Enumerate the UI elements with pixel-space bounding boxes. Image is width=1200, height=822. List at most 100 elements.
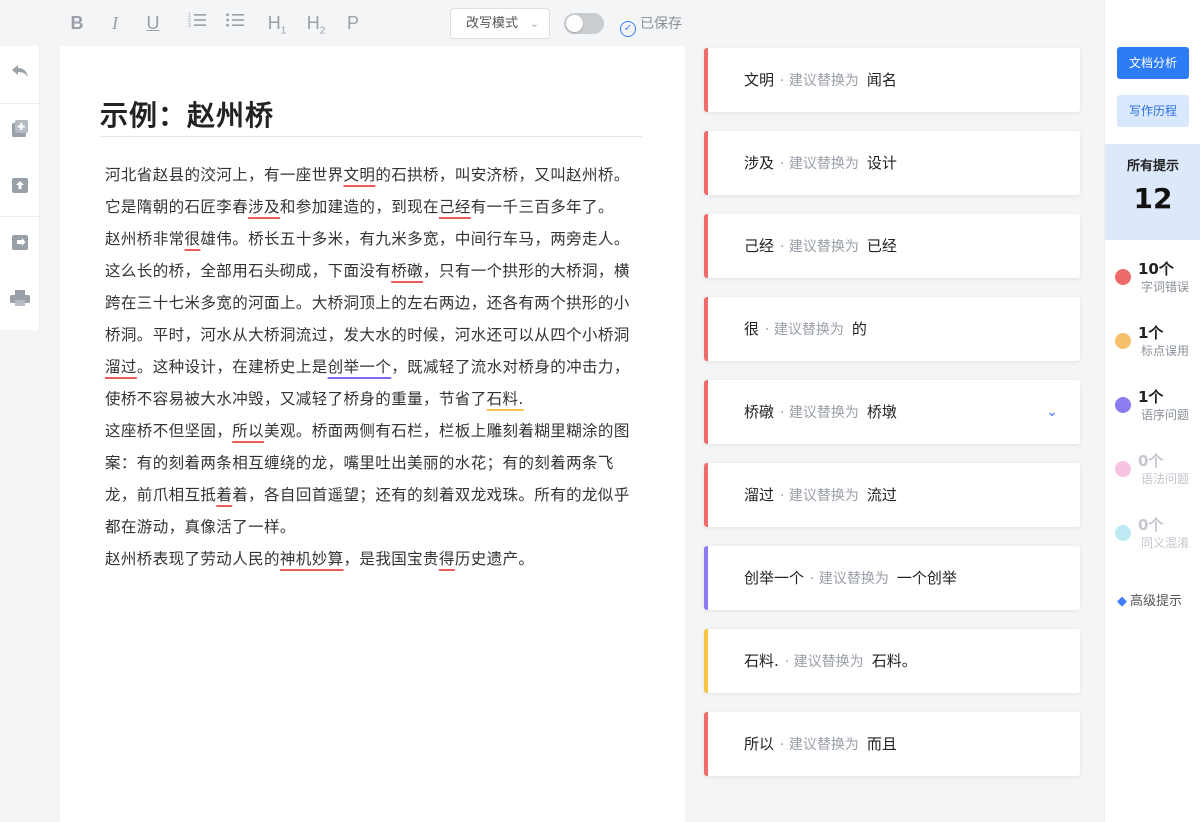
flagged-text[interactable]: 所以 [232,422,264,440]
category-count: 1个 [1138,324,1164,342]
heading2-label: H [306,13,320,33]
hint-category[interactable]: 10个 字词错误 [1115,258,1200,298]
hint-panel: 文档分析 写作历程 所有提示 12 10个 字词错误 1个 标点误用 1个 语序问题 0个语… [1104,0,1200,822]
suggestion-replacement[interactable]: 一个创举 [897,569,957,587]
suggestion-replacement[interactable]: 石料。 [872,652,917,670]
suggestion-original: 桥礅 [744,403,775,421]
hint-category[interactable]: 1个 语序问题 [1115,386,1200,426]
upload-icon[interactable] [0,160,40,216]
suggestion-hint: · 建议替换为 [780,156,859,172]
category-dot-icon [1115,525,1131,541]
format-toolbar: B I U 123 H1 H2 P 改写模式 ⌄ ✓ 已保存 [0,0,1104,46]
suggestion-card[interactable]: 涉及 · 建议替换为 设计 [704,131,1080,195]
suggestion-replacement[interactable]: 桥墩 [867,403,897,421]
suggestion-card[interactable]: 很 · 建议替换为的 [704,297,1080,361]
writing-history-button[interactable]: 写作历程 [1117,95,1189,127]
mode-select-value: 改写模式 [466,16,519,31]
flagged-text[interactable]: 创举一个 [328,358,392,376]
suggestion-card[interactable]: 桥礅 · 建议替换为 桥墩 ⌄ [704,380,1080,444]
flagged-text[interactable]: 涉及 [248,198,280,216]
document-body[interactable]: 河北省赵县的洨河上，有一座世界文明的石拱桥，叫安济桥，又叫赵州桥。它是隋朝的石匠… [105,159,640,575]
all-hints-label: 所有提示 [1126,159,1179,174]
toggle-knob [566,15,583,32]
suggestion-replacement[interactable]: 设计 [867,154,897,172]
print-icon[interactable] [0,273,40,329]
suggestion-replacement[interactable]: 而且 [867,735,897,753]
suggestion-card[interactable]: 溜过 · 建议替换为 流过 [704,463,1080,527]
text-run: ，是我国宝贵 [343,550,439,568]
all-hints-summary[interactable]: 所有提示 12 [1105,144,1200,240]
flagged-text[interactable]: 神机妙算 [280,550,344,568]
add-page-icon[interactable] [0,104,40,160]
flagged-text[interactable]: 很 [185,230,201,248]
ordered-list-icon[interactable]: 123 [186,12,208,34]
suggestion-card[interactable]: 己经 · 建议替换为 已经 [704,214,1080,278]
document-title[interactable]: 示例：赵州桥 [100,94,274,134]
category-dot-icon [1115,269,1131,285]
suggestion-original: 溜过 [744,486,775,504]
flagged-text[interactable]: 得 [439,550,455,568]
suggestion-replacement[interactable]: 闻名 [867,71,897,89]
text-run: 赵州桥非常 [105,230,185,248]
text-run: 有一千三百多年了。 [470,198,614,216]
document-editor[interactable]: 示例：赵州桥 河北省赵县的洨河上，有一座世界文明的石拱桥，叫安济桥，又叫赵州桥。… [60,46,685,822]
suggestion-hint: · 建议替换为 [784,654,864,670]
underline-button[interactable]: U [142,12,164,34]
category-label: 语序问题 [1141,408,1190,422]
text-run: 历史遗产。 [454,550,535,568]
category-label: 标点误用 [1141,344,1190,358]
suggestion-hint: · 建议替换为 [810,571,889,587]
mode-select[interactable]: 改写模式 ⌄ [450,8,550,39]
document-analysis-button[interactable]: 文档分析 [1117,47,1189,79]
suggestion-replacement[interactable]: 流过 [867,486,897,504]
flagged-text[interactable]: 着 [216,486,232,504]
suggestion-original: 所以 [744,735,775,753]
heading2-button[interactable]: H2 [305,12,327,37]
flagged-text[interactable]: 石料. [487,390,524,408]
paragraph-button[interactable]: P [342,12,364,34]
category-dot-icon [1115,461,1131,477]
suggestion-replacement[interactable]: 的 [852,320,867,338]
heading1-label: H [267,13,281,33]
suggestion-card[interactable]: 石料. · 建议替换为 石料。 [704,629,1080,693]
suggestion-original: 石料. [744,652,779,670]
hint-category[interactable]: 0个 同义混淆 [1115,514,1200,554]
flagged-text[interactable]: 桥礅 [391,262,423,280]
italic-button[interactable]: I [104,12,126,34]
document-paragraph[interactable]: 河北省赵县的洨河上，有一座世界文明的石拱桥，叫安济桥，又叫赵州桥。它是隋朝的石匠… [105,159,640,223]
undo-icon[interactable] [0,46,40,102]
save-status: ✓ 已保存 [620,14,682,37]
heading1-button[interactable]: H1 [266,12,288,37]
flagged-text[interactable]: 己经 [439,198,471,216]
category-count: 10个 [1138,260,1174,278]
suggestion-card[interactable]: 所以 · 建议替换为 而且 [704,712,1080,776]
document-paragraph[interactable]: 这座桥不但坚固，所以美观。桥面两侧有石栏，栏板上雕刻着糊里糊涂的图案：有的刻着两… [105,415,640,543]
hint-category[interactable]: 1个标点误用 [1115,322,1200,362]
title-divider [100,136,642,137]
chevron-down-icon[interactable]: ⌄ [1046,380,1058,444]
category-label: 语法问题 [1141,472,1190,486]
suggestion-original: 很 [744,320,760,338]
text-run: 这座桥不但坚固， [105,422,233,440]
suggestion-original: 己经 [744,237,775,255]
advanced-hints-label: 高级提示 [1130,594,1183,609]
mode-toggle[interactable] [564,13,604,34]
flagged-text[interactable]: 溜过 [105,358,137,376]
hint-category[interactable]: 0个 语法问题 [1115,450,1200,490]
suggestion-replacement[interactable]: 已经 [867,237,897,255]
advanced-hints-link[interactable]: ◆ 高级提示 [1117,590,1182,609]
document-paragraph[interactable]: 赵州桥表现了劳动人民的神机妙算，是我国宝贵得历史遗产。 [105,543,640,575]
text-run: 赵州桥表现了劳动人民的 [105,550,280,568]
document-paragraph[interactable]: 赵州桥非常很雄伟。桥长五十多米，有九米多宽，中间行车马，两旁走人。这么长的桥，全… [105,223,640,415]
bullet-list-icon[interactable] [224,12,246,34]
suggestion-hint: · 建议替换为 [780,73,859,89]
suggestion-card[interactable]: 创举一个 · 建议替换为 一个创举 [704,546,1080,610]
flagged-text[interactable]: 文明 [344,166,376,184]
diamond-icon: ◆ [1117,594,1127,609]
suggestion-card[interactable]: 文明 · 建议替换为 闻名 [704,48,1080,112]
left-tool-rail [0,46,40,330]
svg-text:3: 3 [188,23,191,28]
export-icon[interactable] [0,217,40,273]
bold-button[interactable]: B [66,12,88,34]
suggestion-hint: · 建议替换为 [765,322,844,338]
